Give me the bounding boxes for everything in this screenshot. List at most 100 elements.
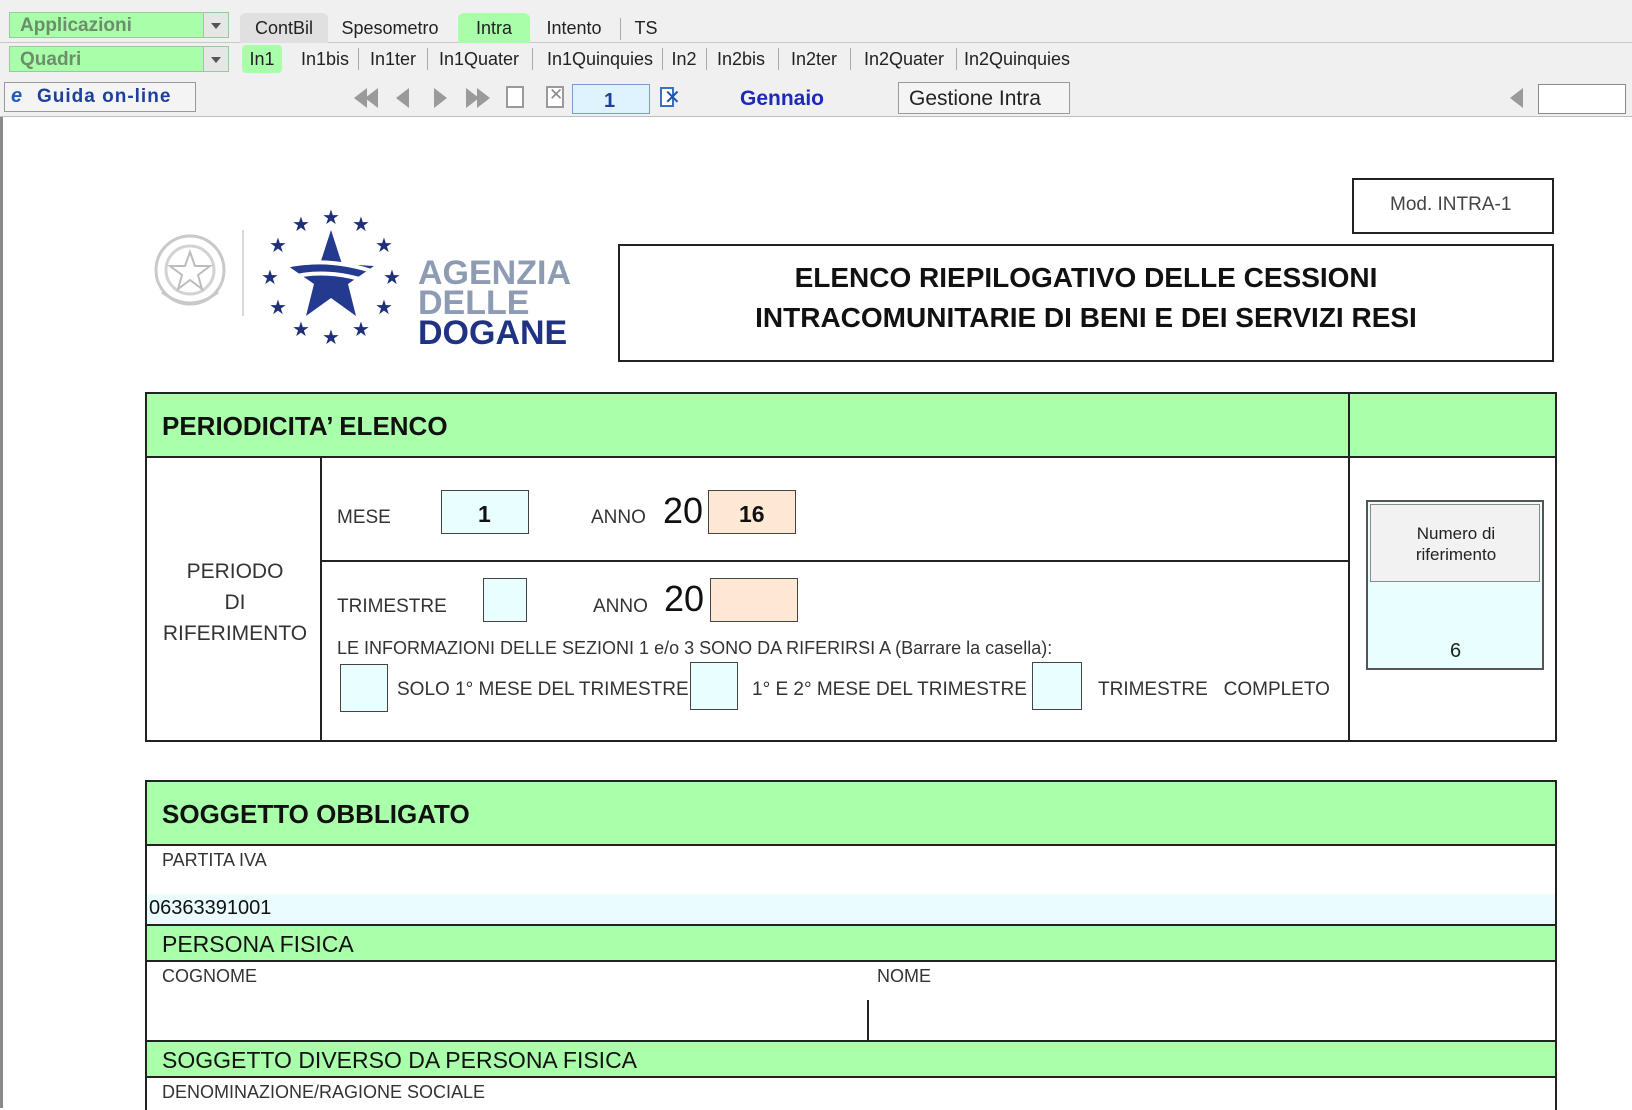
numero-riferimento-box: Numero di riferimento 6 bbox=[1366, 500, 1544, 670]
applicazioni-combo-label: Applicazioni bbox=[20, 15, 132, 36]
next-record-icon[interactable] bbox=[434, 88, 447, 108]
quadri-combo-label: Quadri bbox=[20, 49, 82, 70]
agency-name: AGENZIA DELLE DOGANE bbox=[418, 256, 571, 352]
diverso-title: SOGGETTO DIVERSO DA PERSONA FISICA bbox=[162, 1047, 638, 1073]
subtab-in1[interactable]: In1 bbox=[242, 45, 282, 73]
soggetto-title: SOGGETTO OBBLIGATO bbox=[162, 799, 470, 829]
subtab-separator bbox=[850, 48, 851, 70]
denominazione-label: DENOMINAZIONE/RAGIONE SOCIALE bbox=[162, 1082, 486, 1102]
subtab-in2bis[interactable]: In2bis bbox=[712, 45, 770, 73]
trimestre-label: TRIMESTRE bbox=[337, 596, 447, 617]
divider bbox=[147, 1076, 1555, 1078]
opt1-checkbox[interactable] bbox=[340, 664, 388, 712]
search-record-icon[interactable]: ✕ bbox=[658, 85, 682, 111]
periodicita-header-right bbox=[1350, 394, 1555, 456]
opt2-checkbox[interactable] bbox=[690, 662, 738, 710]
subtab-in1ter[interactable]: In1ter bbox=[364, 45, 422, 73]
right-field[interactable] bbox=[1538, 84, 1626, 114]
anno-field[interactable]: 16 bbox=[708, 490, 796, 534]
mese-label: MESE bbox=[337, 507, 391, 528]
title-line2: INTRACOMUNITARIE DI BENI E DEI SERVIZI R… bbox=[755, 302, 1417, 333]
trimestre-field[interactable] bbox=[483, 578, 527, 622]
tab-intento[interactable]: Intento bbox=[538, 13, 610, 43]
mod-box: Mod. INTRA-1 bbox=[1352, 178, 1554, 234]
chevron-down-icon[interactable] bbox=[203, 47, 228, 71]
subtab-separator bbox=[358, 48, 359, 70]
anno-label: ANNO bbox=[591, 507, 646, 528]
svg-text:★: ★ bbox=[352, 317, 370, 341]
tab-contbil[interactable]: ContBil bbox=[240, 13, 328, 43]
quadri-combo[interactable]: Quadri bbox=[9, 46, 229, 72]
previous-record-icon[interactable] bbox=[396, 88, 409, 108]
mese-field[interactable]: 1 bbox=[441, 490, 529, 534]
subtab-in2ter[interactable]: In2ter bbox=[784, 45, 844, 73]
partita-iva-field[interactable]: 06363391001 bbox=[147, 894, 1555, 924]
cognome-field[interactable] bbox=[147, 990, 867, 1040]
guida-online-label: Guida on-line bbox=[37, 86, 172, 107]
gestione-intra-label: Gestione Intra bbox=[909, 87, 1041, 110]
nome-field[interactable] bbox=[871, 990, 1555, 1040]
svg-text:★: ★ bbox=[292, 212, 310, 236]
nome-label: NOME bbox=[877, 966, 931, 986]
ie-icon: e bbox=[11, 85, 23, 107]
logo-divider bbox=[242, 230, 244, 316]
field-separator bbox=[867, 1000, 869, 1040]
opt2-label: 1° E 2° MESE DEL TRIMESTRE bbox=[752, 679, 1027, 700]
chevron-down-icon[interactable] bbox=[203, 13, 228, 37]
anno-prefix: 20 bbox=[663, 490, 704, 531]
subtab-separator bbox=[427, 48, 428, 70]
subtab-in2quater[interactable]: In2Quater bbox=[856, 45, 952, 73]
svg-text:★: ★ bbox=[375, 295, 393, 319]
subtab-in1quater[interactable]: In1Quater bbox=[432, 45, 526, 73]
agency-star-logo: ★ ★ ★ ★ ★ ★ ★ ★ ★ ★ ★ ★ bbox=[256, 204, 406, 354]
guida-online-button[interactable]: e Guida on-line bbox=[4, 82, 196, 112]
new-record-icon[interactable] bbox=[506, 86, 524, 108]
svg-text:★: ★ bbox=[383, 265, 401, 289]
persona-fisica-title: PERSONA FISICA bbox=[162, 931, 354, 957]
title-line1: ELENCO RIEPILOGATIVO DELLE CESSIONI bbox=[794, 262, 1378, 293]
svg-text:★: ★ bbox=[292, 317, 310, 341]
opt3-checkbox[interactable] bbox=[1032, 662, 1082, 710]
periodo-label-line3: RIFERIMENTO bbox=[162, 622, 308, 645]
page-number-field[interactable]: 1 bbox=[572, 84, 650, 114]
subtab-in1bis[interactable]: In1bis bbox=[296, 45, 354, 73]
subtab-in1quinquies[interactable]: In1Quinquies bbox=[538, 45, 662, 73]
cognome-label: COGNOME bbox=[162, 966, 258, 986]
periodo-label-line1: PERIODO bbox=[186, 560, 284, 583]
divider bbox=[147, 960, 1555, 962]
subtab-in2[interactable]: In2 bbox=[667, 45, 701, 73]
agency-name-line3: DOGANE bbox=[418, 314, 568, 352]
svg-text:★: ★ bbox=[352, 212, 370, 236]
subtab-in2quinquies[interactable]: In2Quinquies bbox=[962, 45, 1072, 73]
divider bbox=[147, 456, 1555, 458]
divider bbox=[322, 560, 1348, 562]
anno-value: 16 bbox=[739, 501, 765, 527]
periodicita-title: PERIODICITA’ ELENCO bbox=[162, 411, 448, 441]
tab-ts[interactable]: TS bbox=[628, 13, 664, 43]
partita-iva-label: PARTITA IVA bbox=[162, 850, 267, 870]
tab-spesometro[interactable]: Spesometro bbox=[334, 13, 446, 43]
numero-riferimento-label: Numero di riferimento bbox=[1415, 524, 1497, 564]
numero-riferimento-value: 6 bbox=[1450, 640, 1462, 662]
anno2-field[interactable] bbox=[710, 578, 798, 622]
mod-label: Mod. INTRA-1 bbox=[1390, 194, 1512, 215]
numero-riferimento-button[interactable]: Numero di riferimento bbox=[1370, 504, 1540, 582]
divider bbox=[320, 458, 322, 740]
subtab-separator bbox=[706, 48, 707, 70]
page-border bbox=[0, 117, 3, 1108]
applicazioni-combo[interactable]: Applicazioni bbox=[9, 12, 229, 38]
tab-intra[interactable]: Intra bbox=[458, 13, 530, 43]
tab-separator bbox=[620, 18, 621, 40]
opt1-label: SOLO 1° MESE DEL TRIMESTRE bbox=[397, 679, 689, 700]
delete-record-icon[interactable]: ✕ bbox=[546, 85, 564, 108]
gestione-intra-button[interactable]: Gestione Intra bbox=[898, 82, 1070, 114]
svg-text:★: ★ bbox=[269, 233, 287, 257]
anno2-prefix: 20 bbox=[664, 578, 705, 619]
subtab-separator bbox=[778, 48, 779, 70]
scroll-left-icon[interactable] bbox=[1510, 88, 1523, 108]
mese-value: 1 bbox=[478, 501, 491, 527]
month-label: Gennaio bbox=[740, 87, 825, 110]
svg-text:★: ★ bbox=[269, 295, 287, 319]
title-box: ELENCO RIEPILOGATIVO DELLE CESSIONI INTR… bbox=[618, 244, 1554, 362]
page-number-value: 1 bbox=[604, 90, 616, 112]
